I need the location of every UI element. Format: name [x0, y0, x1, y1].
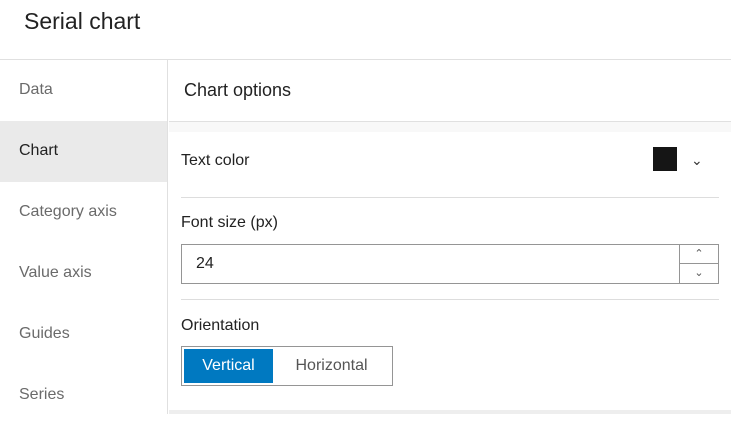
chevron-up-icon[interactable]: ⌃: [680, 245, 718, 264]
font-size-stepper[interactable]: ⌃ ⌄: [679, 245, 718, 283]
sidebar-item-value-axis[interactable]: Value axis: [0, 243, 167, 304]
text-color-row: Text color ⌄: [181, 132, 719, 198]
text-color-label: Text color: [181, 152, 250, 169]
sidebar-item-guides[interactable]: Guides: [0, 304, 167, 365]
font-size-value[interactable]: 24: [196, 255, 214, 273]
sidebar: Data Chart Category axis Value axis Guid…: [0, 60, 168, 414]
orientation-vertical-button[interactable]: Vertical: [184, 349, 273, 383]
font-size-input[interactable]: 24 ⌃ ⌄: [181, 244, 719, 284]
sidebar-item-category-axis[interactable]: Category axis: [0, 182, 167, 243]
divider: [181, 299, 719, 300]
divider: [169, 410, 731, 414]
sidebar-item-series[interactable]: Series: [0, 365, 167, 426]
chevron-down-icon[interactable]: ⌄: [691, 152, 703, 169]
text-color-swatch[interactable]: [653, 147, 677, 171]
spacer: [169, 122, 731, 132]
orientation-toggle: Vertical Horizontal: [181, 346, 393, 386]
chevron-down-icon[interactable]: ⌄: [680, 264, 718, 283]
orientation-label: Orientation: [181, 317, 260, 334]
font-size-label: Font size (px): [181, 214, 278, 231]
panel-heading: Chart options: [169, 60, 731, 122]
orientation-horizontal-button[interactable]: Horizontal: [273, 349, 390, 383]
page-title: Serial chart: [24, 8, 141, 34]
sidebar-item-chart[interactable]: Chart: [0, 121, 167, 182]
sidebar-item-data[interactable]: Data: [0, 60, 167, 121]
